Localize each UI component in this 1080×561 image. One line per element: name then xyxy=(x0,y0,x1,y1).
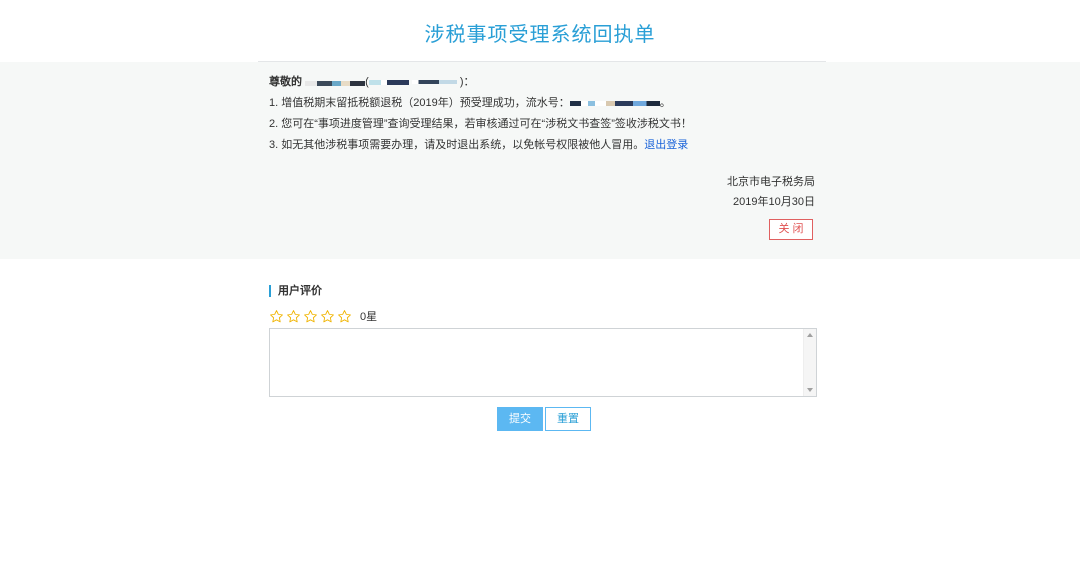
greeting-prefix: 尊敬的 xyxy=(269,76,302,88)
greeting-line: 尊敬的 ( )： xyxy=(269,75,817,96)
star-icon[interactable] xyxy=(337,309,352,324)
greeting-close: )： xyxy=(459,76,475,88)
receipt-panel: 尊敬的 ( )： 1. 增值税期末留抵税额退税（2019年）预受理成功，流水号：… xyxy=(0,62,1080,259)
star-icon[interactable] xyxy=(286,309,301,324)
redacted-id-2 xyxy=(411,80,457,85)
logout-link[interactable]: 退出登录 xyxy=(644,139,688,151)
scroll-down-arrow-icon[interactable] xyxy=(807,388,813,392)
star-rating: 0星 xyxy=(269,308,817,324)
close-button[interactable]: 关 闭 xyxy=(769,219,813,240)
section-title: 用户评价 xyxy=(269,285,817,297)
scrollbar[interactable] xyxy=(803,329,816,396)
rating-value: 0星 xyxy=(360,311,378,323)
signature: 北京市电子税务局 2019年10月30日 xyxy=(727,173,815,213)
reset-button[interactable]: 重置 xyxy=(545,407,591,431)
star-icon[interactable] xyxy=(303,309,318,324)
line1-text: 1. 增值税期末留抵税额退税（2019年）预受理成功，流水号： xyxy=(269,97,570,109)
receipt-line-3: 3. 如无其他涉税事项需要办理，请及时退出系统，以免帐号权限被他人冒用。退出登录 xyxy=(269,138,817,159)
signature-org: 北京市电子税务局 xyxy=(727,176,815,188)
line1-end: 。 xyxy=(659,97,671,109)
rating-section: 用户评价 0星 xyxy=(269,285,817,324)
line3-text: 3. 如无其他涉税事项需要办理，请及时退出系统，以免帐号权限被他人冒用。 xyxy=(269,139,645,151)
redacted-serial xyxy=(569,100,660,106)
line2-text: 2. 您可在“事项进度管理”查询受理结果，若审核通过可在“涉税文书查签”签收涉税… xyxy=(269,118,692,130)
receipt-line-2: 2. 您可在“事项进度管理”查询受理结果，若审核通过可在“涉税文书查签”签收涉税… xyxy=(269,117,817,138)
submit-button[interactable]: 提交 xyxy=(497,407,543,431)
signature-date: 2019年10月30日 xyxy=(733,196,815,208)
page-title: 涉税事项受理系统回执单 xyxy=(424,24,656,46)
redacted-id xyxy=(368,79,409,85)
receipt-line-1: 1. 增值税期末留抵税额退税（2019年）预受理成功，流水号： 。 xyxy=(269,96,817,117)
redacted-name xyxy=(305,80,366,86)
comment-textarea[interactable] xyxy=(269,328,817,397)
receipt-body: 尊敬的 ( )： 1. 增值税期末留抵税额退税（2019年）预受理成功，流水号：… xyxy=(269,75,817,159)
star-icon[interactable] xyxy=(320,309,335,324)
scroll-up-arrow-icon[interactable] xyxy=(807,333,813,337)
star-icon[interactable] xyxy=(269,309,284,324)
